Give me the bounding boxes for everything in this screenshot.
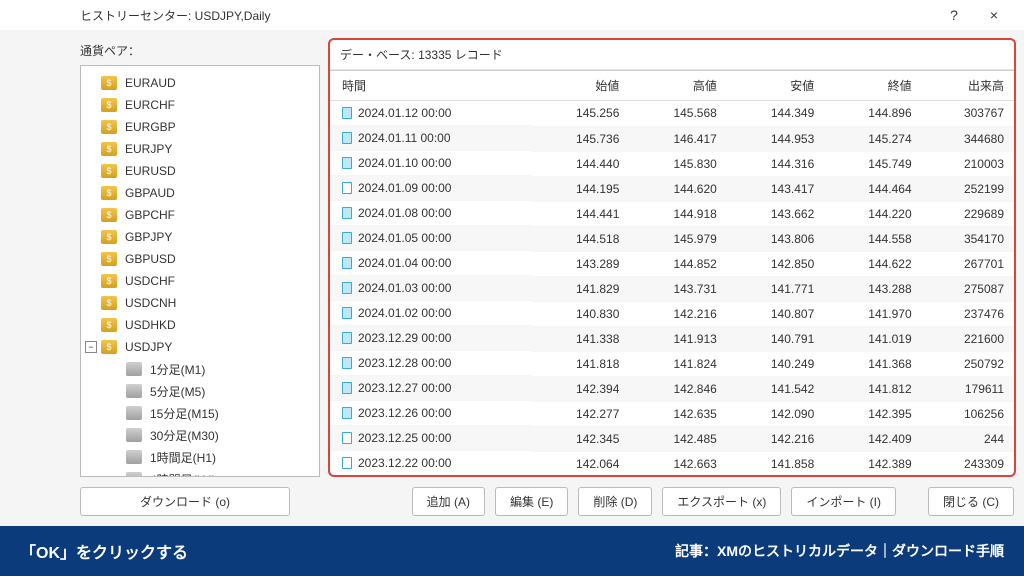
tree-pair[interactable]: $GBPJPY — [81, 226, 319, 248]
timeframe-icon — [126, 362, 142, 376]
folder-icon: $ — [101, 98, 117, 112]
col-high[interactable]: 高値 — [629, 71, 726, 101]
footer-instruction: 「OK」をクリックする — [20, 539, 675, 563]
table-row[interactable]: 2024.01.09 00:00144.195144.620143.417144… — [330, 176, 1014, 201]
candle-icon — [342, 132, 352, 144]
import-button[interactable]: インポート (I) — [791, 487, 896, 516]
candle-icon — [342, 257, 352, 269]
tree-timeframe[interactable]: 4時間足(H4) — [81, 468, 319, 477]
tree-pair[interactable]: $EURUSD — [81, 160, 319, 182]
history-center-window: ヒストリーセンター: USDJPY,Daily ? × 通貨ペア： $EURAU… — [0, 0, 1024, 576]
folder-icon: $ — [101, 76, 117, 90]
tree-timeframe[interactable]: 1時間足(H1) — [81, 446, 319, 468]
collapse-icon[interactable]: − — [85, 341, 97, 353]
help-button[interactable]: ? — [934, 1, 974, 29]
table-row[interactable]: 2024.01.05 00:00144.518145.979143.806144… — [330, 226, 1014, 251]
titlebar: ヒストリーセンター: USDJPY,Daily ? × — [0, 0, 1024, 30]
folder-icon: $ — [101, 164, 117, 178]
candle-icon — [342, 382, 352, 394]
pairs-label: 通貨ペア： — [80, 38, 320, 65]
tree-pair[interactable]: $GBPUSD — [81, 248, 319, 270]
col-low[interactable]: 安値 — [727, 71, 824, 101]
candle-icon — [342, 432, 352, 444]
main: 通貨ペア： $EURAUD$EURCHF$EURGBP$EURJPY$EURUS… — [80, 38, 1016, 477]
tree-timeframe[interactable]: 5分足(M5) — [81, 380, 319, 402]
candle-icon — [342, 332, 352, 344]
add-button[interactable]: 追加 (A) — [412, 487, 485, 516]
window-title: ヒストリーセンター: USDJPY,Daily — [80, 7, 934, 24]
folder-icon: $ — [101, 186, 117, 200]
tree-timeframe[interactable]: 1分足(M1) — [81, 358, 319, 380]
close-button[interactable]: × — [974, 1, 1014, 29]
col-open[interactable]: 始値 — [532, 71, 629, 101]
table-row[interactable]: 2023.12.27 00:00142.394142.846141.542141… — [330, 376, 1014, 401]
candle-icon — [342, 407, 352, 419]
table-row[interactable]: 2024.01.02 00:00140.830142.216140.807141… — [330, 301, 1014, 326]
table-row[interactable]: 2024.01.10 00:00144.440145.830144.316145… — [330, 151, 1014, 176]
table-row[interactable]: 2024.01.03 00:00141.829143.731141.771143… — [330, 276, 1014, 301]
database-label: デー・ベース: 13335 レコード — [330, 40, 1014, 70]
candle-icon — [342, 282, 352, 294]
tree-pair[interactable]: $USDCHF — [81, 270, 319, 292]
footer-banner: 「OK」をクリックする 記事：XMのヒストリカルデータ｜ダウンロード手順 — [0, 526, 1024, 576]
download-button[interactable]: ダウンロード (o) — [80, 487, 290, 516]
table-row[interactable]: 2024.01.12 00:00145.256145.568144.349144… — [330, 101, 1014, 127]
edit-button[interactable]: 編集 (E) — [495, 487, 568, 516]
left-panel: 通貨ペア： $EURAUD$EURCHF$EURGBP$EURJPY$EURUS… — [80, 38, 320, 477]
candle-icon — [342, 157, 352, 169]
symbol-tree[interactable]: $EURAUD$EURCHF$EURGBP$EURJPY$EURUSD$GBPA… — [80, 65, 320, 477]
timeframe-icon — [126, 384, 142, 398]
folder-icon: $ — [101, 274, 117, 288]
table-row[interactable]: 2023.12.28 00:00141.818141.824140.249141… — [330, 351, 1014, 376]
table-row[interactable]: 2023.12.29 00:00141.338141.913140.791141… — [330, 326, 1014, 351]
col-time[interactable]: 時間 — [330, 71, 532, 101]
folder-icon: $ — [101, 340, 117, 354]
tree-pair[interactable]: $USDHKD — [81, 314, 319, 336]
table-row[interactable]: 2023.12.26 00:00142.277142.635142.090142… — [330, 401, 1014, 426]
candle-icon — [342, 232, 352, 244]
folder-icon: $ — [101, 252, 117, 266]
tree-pair[interactable]: $GBPAUD — [81, 182, 319, 204]
folder-icon: $ — [101, 208, 117, 222]
timeframe-icon — [126, 406, 142, 420]
tree-timeframe[interactable]: 15分足(M15) — [81, 402, 319, 424]
table-row[interactable]: 2024.01.08 00:00144.441144.918143.662144… — [330, 201, 1014, 226]
candle-icon — [342, 207, 352, 219]
footer-article: 記事：XMのヒストリカルデータ｜ダウンロード手順 — [675, 541, 1004, 561]
candle-icon — [342, 182, 352, 194]
table-row[interactable]: 2024.01.11 00:00145.736146.417144.953145… — [330, 126, 1014, 151]
tree-pair[interactable]: $USDCNH — [81, 292, 319, 314]
folder-icon: $ — [101, 142, 117, 156]
candle-icon — [342, 107, 352, 119]
tree-pair[interactable]: $EURGBP — [81, 116, 319, 138]
body: 通貨ペア： $EURAUD$EURCHF$EURGBP$EURJPY$EURUS… — [0, 30, 1024, 477]
data-grid[interactable]: 時間 始値 高値 安値 終値 出来高 2024.01.12 00:00145.2… — [330, 70, 1014, 475]
ohlc-table: 時間 始値 高値 安値 終値 出来高 2024.01.12 00:00145.2… — [330, 71, 1014, 475]
table-row[interactable]: 2024.01.04 00:00143.289144.852142.850144… — [330, 251, 1014, 276]
table-row[interactable]: 2023.12.25 00:00142.345142.485142.216142… — [330, 426, 1014, 451]
timeframe-icon — [126, 428, 142, 442]
timeframe-icon — [126, 450, 142, 464]
candle-icon — [342, 307, 352, 319]
close-dialog-button[interactable]: 閉じる (C) — [928, 487, 1014, 516]
col-close[interactable]: 終値 — [824, 71, 921, 101]
tree-timeframe[interactable]: 30分足(M30) — [81, 424, 319, 446]
folder-icon: $ — [101, 230, 117, 244]
data-panel: デー・ベース: 13335 レコード 時間 始値 高値 安値 終値 出来高 — [328, 38, 1016, 477]
candle-icon — [342, 357, 352, 369]
export-button[interactable]: エクスポート (x) — [662, 487, 781, 516]
delete-button[interactable]: 削除 (D) — [578, 487, 652, 516]
tree-pair[interactable]: $EURAUD — [81, 72, 319, 94]
candle-icon — [342, 457, 352, 469]
folder-icon: $ — [101, 120, 117, 134]
tree-pair-usdjpy[interactable]: − $ USDJPY — [81, 336, 319, 358]
tree-pair[interactable]: $GBPCHF — [81, 204, 319, 226]
button-bar: ダウンロード (o) 追加 (A) 編集 (E) 削除 (D) エクスポート (… — [0, 477, 1024, 526]
folder-icon: $ — [101, 318, 117, 332]
tree-pair[interactable]: $EURCHF — [81, 94, 319, 116]
col-volume[interactable]: 出来高 — [922, 71, 1014, 101]
tree-pair[interactable]: $EURJPY — [81, 138, 319, 160]
folder-icon: $ — [101, 296, 117, 310]
table-row[interactable]: 2023.12.22 00:00142.064142.663141.858142… — [330, 451, 1014, 475]
